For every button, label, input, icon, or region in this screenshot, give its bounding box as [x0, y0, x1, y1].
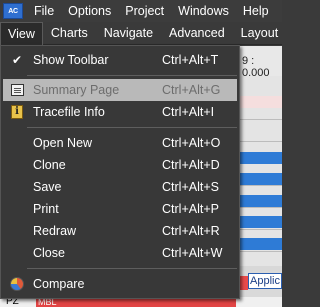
view-menu-dropdown: ✔ Show Toolbar Ctrl+Alt+T Summary Page C… [0, 45, 240, 299]
summary-page-icon [9, 82, 25, 98]
menu-item-shortcut: Ctrl+Alt+P [162, 202, 219, 216]
time-ruler: 9 : 0.000 [240, 46, 282, 79]
menu-item-label: Summary Page [33, 83, 120, 97]
menu-item-label: Save [33, 180, 62, 194]
menu-charts[interactable]: Charts [43, 23, 96, 43]
menu-item-redraw[interactable]: Redraw Ctrl+Alt+R [3, 220, 237, 242]
menu-item-show-toolbar[interactable]: ✔ Show Toolbar Ctrl+Alt+T [3, 49, 237, 71]
menu-item-save[interactable]: Save Ctrl+Alt+S [3, 176, 237, 198]
menu-item-shortcut: Ctrl+Alt+T [162, 53, 219, 67]
menu-item-shortcut: Ctrl+Alt+G [162, 83, 221, 97]
application-label[interactable]: Applic [248, 273, 282, 289]
timeline-bar [240, 152, 282, 164]
menu-item-label: Compare [33, 277, 85, 291]
menu-item-open-new[interactable]: Open New Ctrl+Alt+O [3, 132, 237, 154]
info-icon: i [9, 104, 25, 120]
menu-item-label: Print [33, 202, 59, 216]
menu-item-shortcut: Ctrl+Alt+W [162, 246, 223, 260]
menu-separator [27, 127, 237, 128]
menu-advanced[interactable]: Advanced [161, 23, 233, 43]
menu-item-label: Redraw [33, 224, 77, 238]
menu-item-shortcut: Ctrl+Alt+D [162, 158, 220, 172]
menu-navigate[interactable]: Navigate [96, 23, 161, 43]
menu-item-label: Close [33, 246, 65, 260]
menu-item-summary-page[interactable]: Summary Page Ctrl+Alt+G [3, 79, 237, 101]
menu-item-compare[interactable]: Compare [3, 273, 237, 295]
app-logo-icon[interactable]: AC [3, 3, 23, 19]
timeline-bar [240, 195, 282, 207]
menu-separator [27, 268, 237, 269]
menu-item-shortcut: Ctrl+Alt+S [162, 180, 219, 194]
secondary-menubar: View Charts Navigate Advanced Layout [0, 21, 282, 45]
menu-windows[interactable]: Windows [171, 1, 236, 21]
menu-help[interactable]: Help [236, 1, 276, 21]
menu-item-shortcut: Ctrl+Alt+O [162, 136, 221, 150]
menu-item-label: Tracefile Info [33, 105, 105, 119]
menu-view[interactable]: View [0, 21, 43, 45]
menu-project[interactable]: Project [118, 1, 171, 21]
timeline-bar [240, 216, 282, 228]
menu-item-close[interactable]: Close Ctrl+Alt+W [3, 242, 237, 264]
menu-separator [27, 75, 237, 76]
menu-item-shortcut: Ctrl+Alt+R [162, 224, 220, 238]
menu-file[interactable]: File [27, 1, 61, 21]
compare-icon [9, 276, 25, 292]
main-menubar: AC File Options Project Windows Help [0, 0, 282, 22]
menu-item-clone[interactable]: Clone Ctrl+Alt+D [3, 154, 237, 176]
menu-item-label: Clone [33, 158, 66, 172]
timeline-pink-band [240, 96, 282, 108]
menu-options[interactable]: Options [61, 1, 118, 21]
timeline-bar [240, 238, 282, 250]
menu-item-label: Show Toolbar [33, 53, 109, 67]
timeline-bar [240, 173, 282, 185]
checkmark-icon: ✔ [11, 53, 23, 67]
menu-item-label: Open New [33, 136, 93, 150]
menu-item-tracefile-info[interactable]: i Tracefile Info Ctrl+Alt+I [3, 101, 237, 123]
menu-item-print[interactable]: Print Ctrl+Alt+P [3, 198, 237, 220]
menu-item-shortcut: Ctrl+Alt+I [162, 105, 215, 119]
menu-layout[interactable]: Layout [233, 23, 287, 43]
